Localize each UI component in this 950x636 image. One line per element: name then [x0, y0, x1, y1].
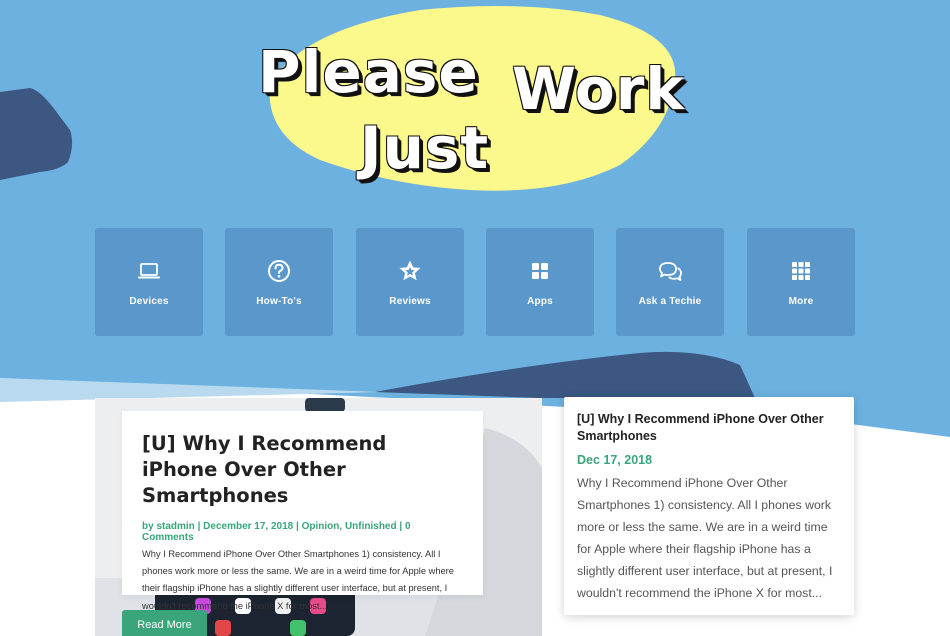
meta-by: by: [142, 521, 157, 532]
logo-word-work: Work: [512, 55, 685, 123]
chat-bubbles-icon: [659, 261, 682, 281]
category-how-tos[interactable]: How-To's: [225, 228, 333, 336]
laptop-icon: [138, 262, 160, 278]
category-label: Reviews: [389, 295, 431, 307]
meta-category-opinion[interactable]: Opinion: [302, 521, 340, 532]
featured-post-title[interactable]: [U] Why I Recommend iPhone Over Other Sm…: [142, 431, 463, 509]
more-grid-icon: [792, 261, 810, 280]
star-icon: [399, 260, 421, 280]
category-nav: Devices How-To's Reviews Apps Ask a Tech…: [95, 228, 855, 336]
featured-post: [U] Why I Recommend iPhone Over Other Sm…: [95, 398, 542, 636]
read-more-button[interactable]: Read More: [122, 610, 207, 636]
category-more[interactable]: More: [747, 228, 855, 336]
logo-word-please: Please: [258, 38, 479, 106]
meta-separator: |: [293, 521, 302, 532]
category-label: How-To's: [256, 295, 302, 307]
category-ask-a-techie[interactable]: Ask a Techie: [616, 228, 724, 336]
sidebar-post-card: [U] Why I Recommend iPhone Over Other Sm…: [564, 397, 854, 615]
category-label: Devices: [129, 295, 169, 307]
category-label: Ask a Techie: [638, 295, 702, 307]
category-devices[interactable]: Devices: [95, 228, 203, 336]
category-label: More: [788, 295, 814, 307]
featured-post-meta: by stadmin | December 17, 2018 | Opinion…: [142, 521, 463, 543]
sidebar-post-date: Dec 17, 2018: [577, 453, 653, 467]
meta-category-unfinished[interactable]: Unfinished: [345, 521, 397, 532]
meta-date: December 17, 2018: [203, 521, 294, 532]
featured-post-excerpt: Why I Recommend iPhone Over Other Smartp…: [142, 549, 454, 611]
apps-grid-icon: [532, 262, 548, 279]
category-apps[interactable]: Apps: [486, 228, 594, 336]
featured-post-card: [U] Why I Recommend iPhone Over Other Sm…: [122, 411, 483, 611]
sidebar-post-title[interactable]: [U] Why I Recommend iPhone Over Other Sm…: [577, 411, 841, 445]
meta-separator: |: [396, 521, 405, 532]
site-logo[interactable]: Please Work Just: [250, 30, 720, 200]
logo-word-just: Just: [360, 114, 490, 182]
sidebar-post-excerpt: Why I Recommend iPhone Over Other Smartp…: [577, 476, 833, 600]
category-label: Apps: [527, 295, 553, 307]
category-reviews[interactable]: Reviews: [356, 228, 464, 336]
meta-author-link[interactable]: stadmin: [156, 521, 194, 532]
meta-separator: |: [194, 521, 204, 532]
question-circle-icon: [268, 259, 290, 282]
